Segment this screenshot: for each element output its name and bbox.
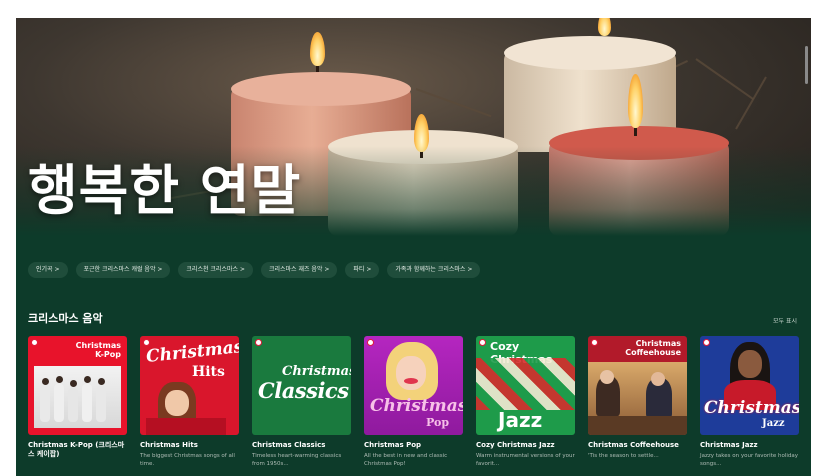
playlist-cover[interactable]: Christmas Jazz	[700, 336, 799, 435]
pine-branch	[735, 76, 767, 130]
spotify-badge-icon	[31, 339, 38, 346]
spotify-badge-icon	[479, 339, 486, 346]
playlist-cover[interactable]: Christmas Classics	[252, 336, 351, 435]
playlist-cover[interactable]: Christmas Pop	[364, 336, 463, 435]
playlist-card[interactable]: Christmas Hits Christmas Hits The bigges…	[140, 336, 239, 468]
playlist-cover[interactable]: Christmas Hits	[140, 336, 239, 435]
show-all-link[interactable]: 모두 표시	[773, 316, 797, 325]
playlist-title[interactable]: Christmas K-Pop (크리스마스 케이팝)	[28, 441, 127, 459]
playlist-row: Christmas K-Pop Christmas K-Pop (크리스마스 케	[28, 336, 799, 468]
page-title: 행복한 연말	[28, 159, 302, 222]
playlist-card[interactable]: Cozy Christmas Jazz Cozy Christmas Jazz …	[476, 336, 575, 468]
cover-text: K-Pop	[95, 350, 121, 359]
cover-text: Christmas	[704, 398, 799, 418]
playlist-card[interactable]: Christmas Classics Christmas Classics Ti…	[252, 336, 351, 468]
spotify-badge-icon	[703, 339, 710, 346]
playlist-card[interactable]: Christmas K-Pop Christmas K-Pop (크리스마스 케	[28, 336, 127, 468]
cover-text: Christmas	[75, 341, 121, 350]
chip-christian-christmas[interactable]: 크리스천 크리스마스 >	[178, 262, 253, 278]
spotify-badge-icon	[143, 339, 150, 346]
playlist-description: All the best in new and classic Christma…	[364, 453, 448, 467]
flame	[598, 18, 611, 36]
hero-banner: 행복한 연말	[16, 18, 811, 236]
pine-branch	[415, 88, 492, 118]
spotify-badge-icon	[255, 339, 262, 346]
playlist-title[interactable]: Christmas Hits	[140, 441, 239, 450]
playlist-description: Warm instrumental versions of your favor…	[476, 453, 575, 467]
playlist-card[interactable]: Christmas Coffeehouse Christmas Coffeeho…	[588, 336, 687, 468]
flame	[310, 32, 325, 66]
playlist-title[interactable]: Christmas Pop	[364, 441, 463, 450]
spotify-badge-icon	[591, 339, 598, 346]
cover-text: Jazz	[498, 408, 543, 432]
playlist-page: 행복한 연말 인기곡 > 포근한 크리스마스 캐럴 음악 > 크리스천 크리스마…	[16, 18, 811, 476]
playlist-description: The biggest Christmas songs of all time.	[140, 453, 235, 467]
playlist-title[interactable]: Christmas Jazz	[700, 441, 799, 450]
cover-text: Christmas	[370, 396, 463, 416]
scrollbar[interactable]	[805, 46, 808, 84]
chip-popular[interactable]: 인기곡 >	[28, 262, 68, 278]
chip-party[interactable]: 파티 >	[345, 262, 380, 278]
playlist-title[interactable]: Christmas Classics	[252, 441, 351, 450]
cover-text: Pop	[426, 416, 450, 429]
playlist-cover[interactable]: Christmas K-Pop	[28, 336, 127, 435]
category-chips: 인기곡 > 포근한 크리스마스 캐럴 음악 > 크리스천 크리스마스 > 크리스…	[28, 262, 481, 278]
playlist-cover[interactable]: Cozy Christmas Jazz	[476, 336, 575, 435]
cover-text: Christmas	[145, 336, 239, 368]
cover-text: Coffeehouse	[625, 348, 681, 357]
chip-cozy-carols[interactable]: 포근한 크리스마스 캐럴 음악 >	[75, 262, 171, 278]
playlist-cover[interactable]: Christmas Coffeehouse	[588, 336, 687, 435]
spotify-badge-icon	[367, 339, 374, 346]
cover-text: Jazz	[762, 418, 785, 429]
playlist-card[interactable]: Christmas Jazz Christmas Jazz Jazzy take…	[700, 336, 799, 468]
section-title[interactable]: 크리스마스 음악	[28, 310, 103, 326]
cover-text: Christmas	[282, 364, 351, 379]
pine-branch	[695, 58, 754, 100]
cover-text: Classics	[258, 378, 349, 403]
playlist-card[interactable]: Christmas Pop Christmas Pop All the best…	[364, 336, 463, 468]
playlist-title[interactable]: Christmas Coffeehouse	[588, 441, 687, 450]
cafe-photo	[588, 362, 687, 435]
cover-text: Christmas	[635, 339, 681, 348]
playlist-description: Jazzy takes on your favorite holiday son…	[700, 453, 799, 467]
playlist-description: 'Tis the season to settle...	[588, 453, 659, 459]
playlist-title[interactable]: Cozy Christmas Jazz	[476, 441, 575, 450]
group-photo	[34, 366, 121, 428]
playlist-description: Timeless heart-warming classics from 195…	[252, 453, 342, 467]
cover-text: Hits	[192, 364, 225, 380]
chip-family-christmas[interactable]: 가족과 함께하는 크리스마스 >	[387, 262, 481, 278]
chip-christmas-jazz[interactable]: 크리스마스 재즈 음악 >	[260, 262, 338, 278]
